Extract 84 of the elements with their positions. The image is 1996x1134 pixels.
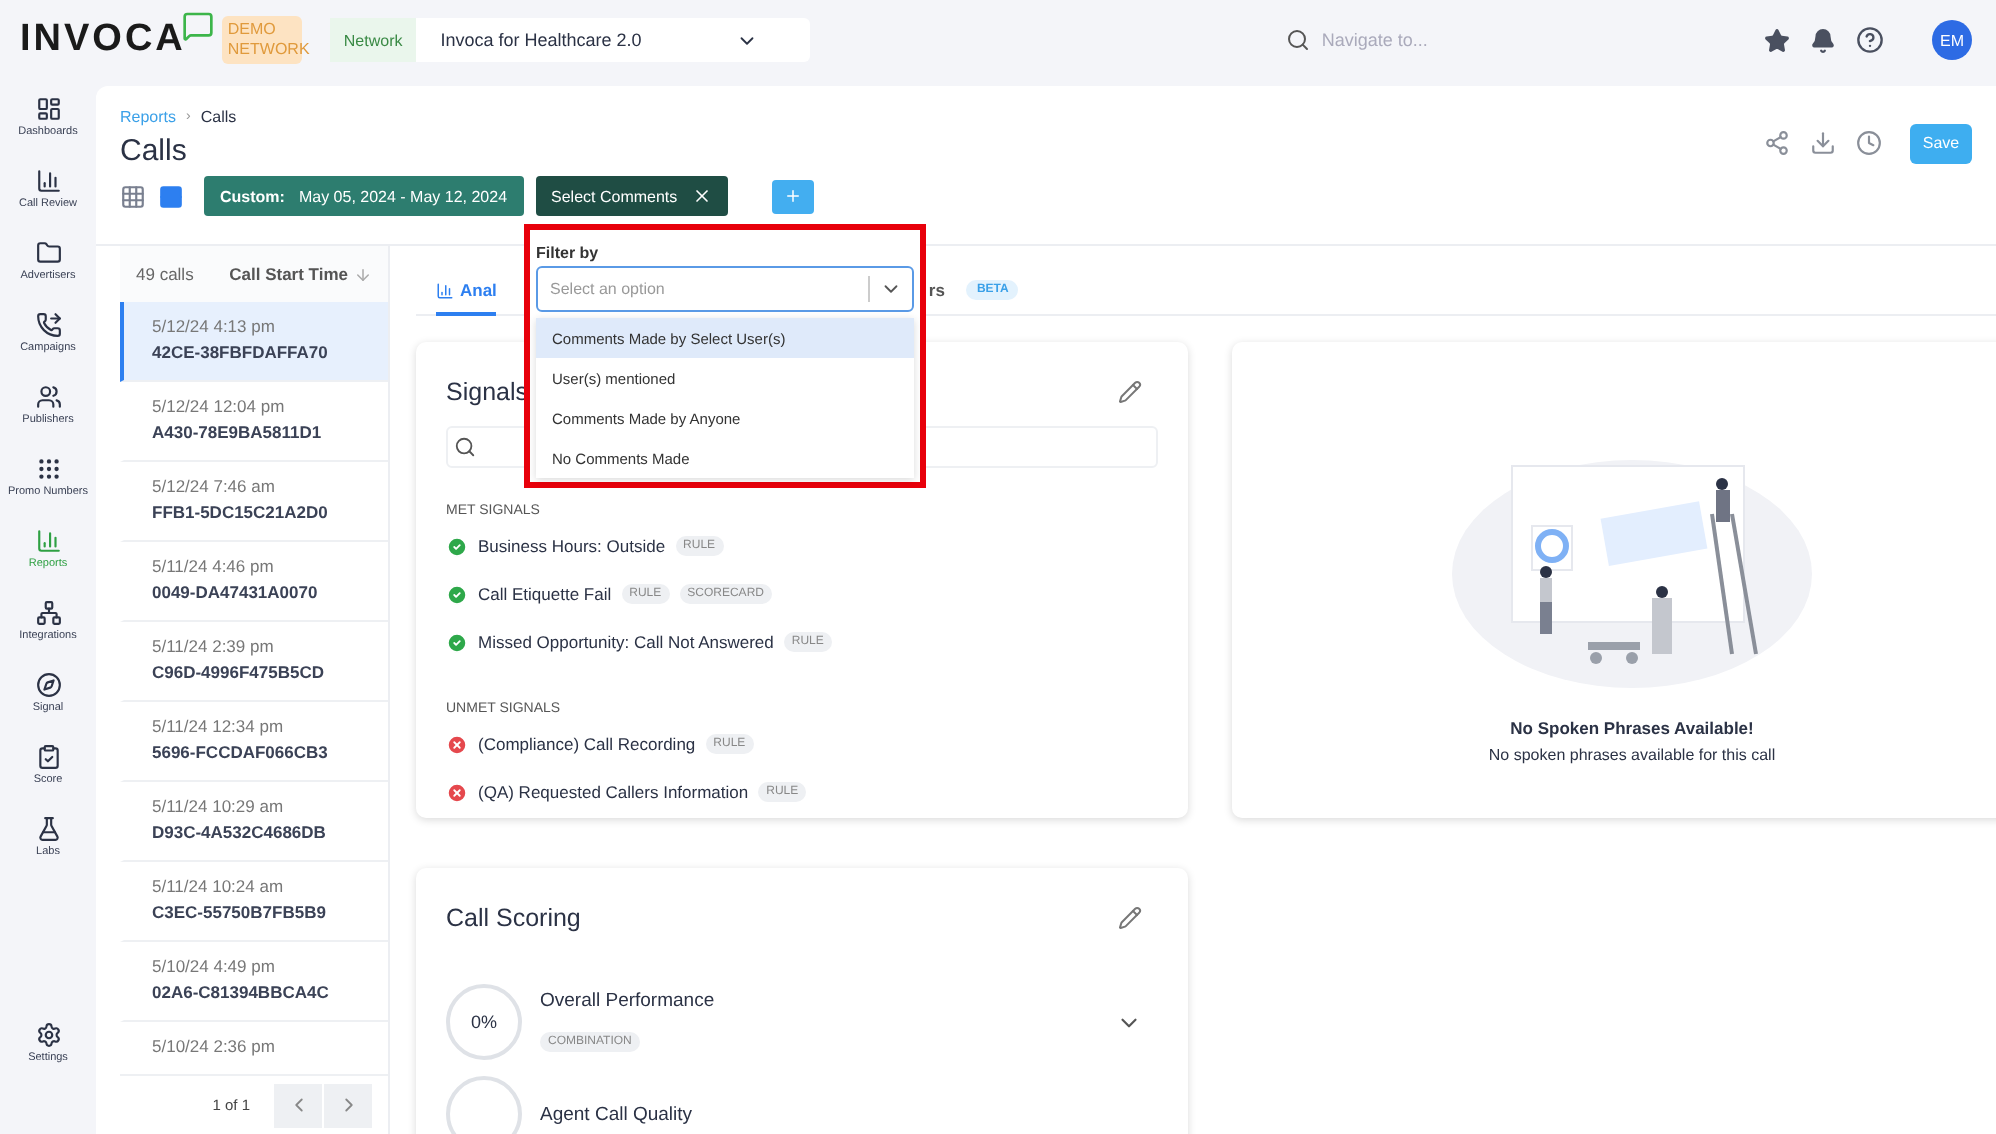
call-id: FFB1-5DC15C21A2D0 bbox=[152, 502, 330, 522]
call-id: 0049-DA47431A0070 bbox=[152, 582, 320, 602]
logo-text: INVOCA bbox=[20, 18, 186, 62]
call-time: 5/12/24 12:04 pm bbox=[152, 396, 287, 416]
call-row[interactable]: 5/11/24 10:24 am C3EC-55750B7FB5B9 bbox=[120, 862, 388, 942]
bar-chart-icon bbox=[436, 281, 454, 299]
star-icon[interactable] bbox=[1764, 27, 1790, 53]
settings-icon bbox=[35, 1022, 61, 1048]
call-time: 5/11/24 2:39 pm bbox=[152, 636, 276, 656]
call-time: 5/12/24 4:13 pm bbox=[152, 316, 277, 336]
card-title: Call Scoring bbox=[446, 904, 581, 932]
call-row[interactable]: 5/11/24 10:29 am D93C-4A532C4686DB bbox=[120, 782, 388, 862]
empty-message: No spoken phrases available for this call bbox=[1488, 746, 1776, 764]
call-time: 5/12/24 7:46 am bbox=[152, 476, 277, 496]
score-name: Agent Call Quality bbox=[540, 1103, 695, 1125]
call-time: 5/11/24 12:34 pm bbox=[152, 716, 286, 736]
signal-name: Call Etiquette Fail bbox=[478, 584, 612, 604]
call-row[interactable]: 5/12/24 4:13 pm 42CE-38FBFDAFFA70 bbox=[120, 302, 388, 382]
call-id: 02A6-C81394BBCA4C bbox=[152, 982, 331, 1002]
call-time: 5/11/24 4:46 pm bbox=[152, 556, 276, 576]
call-row[interactable]: 5/11/24 4:46 pm 0049-DA47431A0070 bbox=[120, 542, 388, 622]
signal-name: (Compliance) Call Recording bbox=[478, 734, 696, 754]
navigate-search-field[interactable]: Navigate to... bbox=[1317, 28, 1618, 52]
flask-icon bbox=[35, 816, 61, 842]
call-row[interactable]: 5/11/24 2:39 pm C96D-4996F475B5CD bbox=[120, 622, 388, 702]
call-row[interactable]: 5/10/24 2:36 pm bbox=[120, 1022, 388, 1074]
share-icon[interactable] bbox=[1764, 130, 1790, 156]
compass-icon bbox=[35, 672, 61, 698]
people-icon bbox=[35, 384, 61, 410]
page-title: Calls bbox=[120, 134, 187, 168]
close-icon[interactable] bbox=[691, 186, 712, 206]
speech-bubble-icon bbox=[181, 10, 214, 42]
call-id: D93C-4A532C4686DB bbox=[152, 822, 328, 842]
empty-title: No Spoken Phrases Available! bbox=[1510, 718, 1754, 738]
clock-icon[interactable] bbox=[1856, 130, 1882, 156]
add-filter-button[interactable] bbox=[771, 179, 814, 213]
call-time: 5/10/24 2:36 pm bbox=[152, 1036, 277, 1056]
call-row[interactable]: 5/12/24 12:04 pm A430-78E9BA5811D1 bbox=[120, 382, 388, 462]
call-time: 5/11/24 10:29 am bbox=[152, 796, 286, 816]
bell-icon[interactable] bbox=[1810, 27, 1836, 53]
user-avatar[interactable]: EM bbox=[1932, 20, 1972, 60]
dashboard-icon bbox=[35, 96, 61, 122]
call-id: 5696-FCCDAF066CB3 bbox=[152, 742, 330, 762]
plus-icon bbox=[783, 186, 802, 206]
score-ring bbox=[446, 1076, 522, 1134]
keypad-icon bbox=[35, 456, 61, 482]
call-id: 42CE-38FBFDAFFA70 bbox=[152, 342, 330, 362]
score-ring: 0% bbox=[446, 984, 522, 1060]
call-row[interactable]: 5/10/24 4:49 pm 02A6-C81394BBCA4C bbox=[120, 942, 388, 1022]
sort-header[interactable]: Call Start Time bbox=[229, 264, 372, 284]
call-id: C96D-4996F475B5CD bbox=[152, 662, 326, 682]
bar-chart-icon bbox=[35, 528, 61, 554]
tab[interactable]: Anal bbox=[436, 269, 497, 315]
score-name: Overall Performance bbox=[540, 990, 717, 1012]
filter-label: Filter by bbox=[536, 244, 601, 262]
call-id: A430-78E9BA5811D1 bbox=[152, 422, 324, 442]
call-time: 5/10/24 4:49 pm bbox=[152, 956, 277, 976]
network-select[interactable]: Network Invoca for Healthcare 2.0 bbox=[329, 18, 810, 62]
folder-icon bbox=[35, 240, 61, 266]
call-time: 5/11/24 10:24 am bbox=[152, 876, 286, 896]
call-row[interactable]: 5/12/24 7:46 am FFB1-5DC15C21A2D0 bbox=[120, 462, 388, 542]
pencil-icon[interactable] bbox=[1118, 906, 1142, 930]
pencil-icon[interactable] bbox=[1118, 380, 1142, 404]
download-icon[interactable] bbox=[1810, 130, 1836, 156]
clipboard-check-icon bbox=[35, 744, 61, 770]
call-row[interactable]: 5/11/24 12:34 pm 5696-FCCDAF066CB3 bbox=[120, 702, 388, 782]
search-icon bbox=[1285, 28, 1310, 52]
grid-view-icon[interactable] bbox=[120, 183, 146, 209]
search-icon bbox=[454, 436, 476, 458]
option-select-field[interactable]: Select an option bbox=[536, 266, 914, 312]
bar-chart-icon bbox=[35, 168, 61, 194]
date-range-filter[interactable]: Custom: May 05, 2024 - May 12, 2024 bbox=[204, 176, 524, 216]
phone-forward-icon bbox=[35, 312, 61, 338]
breadcrumb-current: Calls bbox=[200, 108, 237, 126]
call-count: 49 calls bbox=[136, 264, 194, 284]
call-id: C3EC-55750B7FB5B9 bbox=[152, 902, 328, 922]
arrow-down-icon bbox=[354, 265, 372, 283]
signal-name: (QA) Requested Callers Information bbox=[478, 782, 749, 802]
network-icon bbox=[35, 600, 61, 626]
comments-filter[interactable]: Select Comments bbox=[535, 176, 728, 216]
signal-name: Business Hours: Outside bbox=[478, 536, 666, 556]
card-title: Signals bbox=[446, 378, 528, 406]
signal-name: Missed Opportunity: Call Not Answered bbox=[478, 632, 774, 652]
help-icon[interactable] bbox=[1856, 26, 1884, 54]
